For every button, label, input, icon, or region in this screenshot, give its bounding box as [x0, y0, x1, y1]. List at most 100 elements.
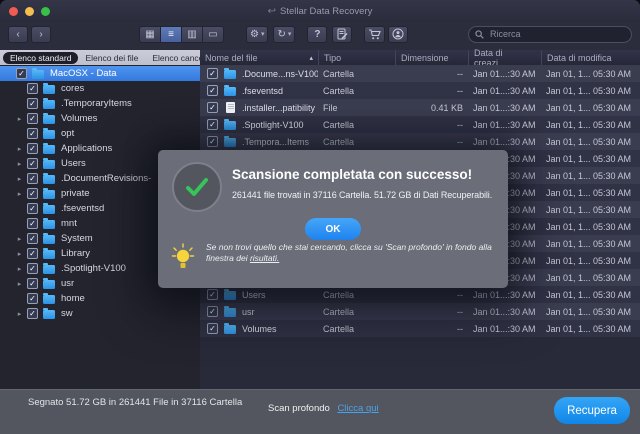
- file-modified: Jan 01, 1... 05:30 AM: [541, 86, 640, 96]
- window-title-area: ↩Stellar Data Recovery: [0, 6, 640, 17]
- back-button[interactable]: ‹: [8, 26, 28, 43]
- recover-button[interactable]: Recupera: [554, 397, 630, 424]
- folder-icon: [224, 121, 236, 130]
- ok-button[interactable]: OK: [305, 218, 361, 240]
- sidebar-item-cores[interactable]: ▸✓cores: [0, 81, 200, 96]
- check-icon: [184, 176, 210, 198]
- file-name-cell: ✓ .Tempora...Items: [200, 136, 318, 147]
- checkbox[interactable]: ✓: [207, 323, 218, 334]
- sidebar-item-temporaryitems[interactable]: ▸✓.TemporaryItems: [0, 96, 200, 111]
- titlebar: ↩Stellar Data Recovery: [0, 0, 640, 22]
- file-icon: [226, 102, 235, 113]
- checkbox[interactable]: ✓: [27, 173, 38, 184]
- file-type: Cartella: [318, 290, 395, 300]
- checkbox[interactable]: ✓: [27, 248, 38, 259]
- file-size: 0.41 KB: [395, 103, 468, 113]
- column-header-size[interactable]: Dimensione: [395, 50, 468, 65]
- column-view-icon: ▥: [187, 27, 196, 42]
- checkbox[interactable]: ✓: [27, 83, 38, 94]
- checkbox[interactable]: ✓: [27, 263, 38, 274]
- buy-button[interactable]: [364, 26, 385, 43]
- sidebar-item-home[interactable]: ▸✓home: [0, 291, 200, 306]
- checkbox[interactable]: ✓: [207, 119, 218, 130]
- cover-view-button[interactable]: ▭: [202, 26, 224, 43]
- help-button[interactable]: ?: [307, 26, 327, 43]
- table-row[interactable]: ✓.Spotlight-V100Cartella--Jan 01...:30 A…: [200, 116, 640, 133]
- checkbox[interactable]: ✓: [27, 113, 38, 124]
- expand-arrow-icon[interactable]: ▸: [14, 235, 25, 243]
- checkbox[interactable]: ✓: [207, 306, 218, 317]
- table-row[interactable]: ✓.Docume...ns-V100Cartella--Jan 01...:30…: [200, 65, 640, 82]
- table-row[interactable]: ✓.Tempora...ItemsCartella--Jan 01...:30 …: [200, 133, 640, 150]
- file-type: Cartella: [318, 69, 395, 79]
- expand-arrow-icon[interactable]: ▸: [14, 175, 25, 183]
- checkbox[interactable]: ✓: [27, 203, 38, 214]
- tab-elenco-dei-file[interactable]: Elenco dei file: [78, 52, 145, 64]
- checkbox[interactable]: ✓: [27, 98, 38, 109]
- column-header-type[interactable]: Tipo: [318, 50, 395, 65]
- file-created: Jan 01...:30 AM: [468, 137, 541, 147]
- column-header-modified[interactable]: Data di modifica: [541, 50, 640, 65]
- column-header-name[interactable]: Nome del file ▴: [200, 50, 318, 65]
- tab-elenco-standard[interactable]: Elenco standard: [3, 52, 78, 64]
- file-size: --: [395, 137, 468, 147]
- checkbox[interactable]: ✓: [27, 128, 38, 139]
- checkbox[interactable]: ✓: [207, 85, 218, 96]
- window-title: Stellar Data Recovery: [280, 6, 372, 17]
- checkbox[interactable]: ✓: [27, 143, 38, 154]
- forward-button[interactable]: ›: [31, 26, 51, 43]
- file-name: .Tempora...Items: [242, 137, 309, 147]
- table-row[interactable]: ✓.installer...patibilityFile0.41 KBJan 0…: [200, 99, 640, 116]
- checkbox[interactable]: ✓: [27, 308, 38, 319]
- table-row[interactable]: ✓usrCartella--Jan 01...:30 AMJan 01, 1..…: [200, 303, 640, 320]
- expand-arrow-icon[interactable]: ▸: [14, 280, 25, 288]
- column-header-created[interactable]: Data di creazi...: [468, 50, 541, 65]
- expand-arrow-icon[interactable]: ▸: [14, 160, 25, 168]
- sidebar-item-label: opt: [61, 128, 74, 139]
- table-row[interactable]: ✓.fseventsdCartella--Jan 01...:30 AMJan …: [200, 82, 640, 99]
- folder-icon: [43, 100, 55, 109]
- checkbox[interactable]: ✓: [207, 136, 218, 147]
- table-row[interactable]: ✓UsersCartella--Jan 01...:30 AMJan 01, 1…: [200, 286, 640, 303]
- deep-scan-link[interactable]: Clicca qui: [337, 403, 378, 414]
- expand-arrow-icon[interactable]: ▸: [14, 310, 25, 318]
- expand-arrow-icon[interactable]: ▸: [14, 115, 25, 123]
- checkbox[interactable]: ✓: [27, 293, 38, 304]
- settings-button[interactable]: ⚙ ▾: [246, 26, 268, 43]
- file-created: Jan 01...:30 AM: [468, 103, 541, 113]
- checkbox[interactable]: ✓: [207, 68, 218, 79]
- checkbox[interactable]: ✓: [207, 289, 218, 300]
- list-view-button[interactable]: ≡: [160, 26, 182, 43]
- checkbox[interactable]: ✓: [27, 278, 38, 289]
- file-name: .fseventsd: [242, 86, 283, 96]
- file-type: File: [318, 103, 395, 113]
- chevron-down-icon: ▾: [288, 27, 292, 42]
- checkbox[interactable]: ✓: [207, 102, 218, 113]
- file-modified: Jan 01, 1... 05:30 AM: [541, 239, 640, 249]
- checkbox[interactable]: ✓: [16, 68, 27, 79]
- file-modified: Jan 01, 1... 05:30 AM: [541, 69, 640, 79]
- checkbox[interactable]: ✓: [27, 188, 38, 199]
- sidebar-item-opt[interactable]: ▸✓opt: [0, 126, 200, 141]
- expand-arrow-icon[interactable]: ▸: [14, 190, 25, 198]
- account-button[interactable]: [388, 26, 408, 43]
- rescan-button[interactable]: ↻ ▾: [273, 26, 295, 43]
- file-size: --: [395, 307, 468, 317]
- table-row[interactable]: ✓VolumesCartella--Jan 01...:30 AMJan 01,…: [200, 320, 640, 337]
- checkbox[interactable]: ✓: [27, 233, 38, 244]
- column-view-button[interactable]: ▥: [181, 26, 203, 43]
- checkbox[interactable]: ✓: [27, 158, 38, 169]
- checkbox[interactable]: ✓: [27, 218, 38, 229]
- sidebar-item-volumes[interactable]: ▸✓Volumes: [0, 111, 200, 126]
- sidebar-item-macosx-data[interactable]: ▸✓MacOSX - Data: [0, 66, 200, 81]
- sidebar-item-label: .DocumentRevisions-: [61, 173, 151, 184]
- dialog-tip: Se non trovi quello che stai cercando, c…: [170, 242, 494, 272]
- expand-arrow-icon[interactable]: ▸: [14, 250, 25, 258]
- search-input[interactable]: [488, 28, 625, 40]
- expand-arrow-icon[interactable]: ▸: [14, 265, 25, 273]
- grid-view-button[interactable]: ▦: [139, 26, 161, 43]
- expand-arrow-icon[interactable]: ▸: [14, 145, 25, 153]
- sort-ascending-icon: ▴: [309, 54, 313, 62]
- register-button[interactable]: [332, 26, 352, 43]
- sidebar-item-sw[interactable]: ▸✓sw: [0, 306, 200, 321]
